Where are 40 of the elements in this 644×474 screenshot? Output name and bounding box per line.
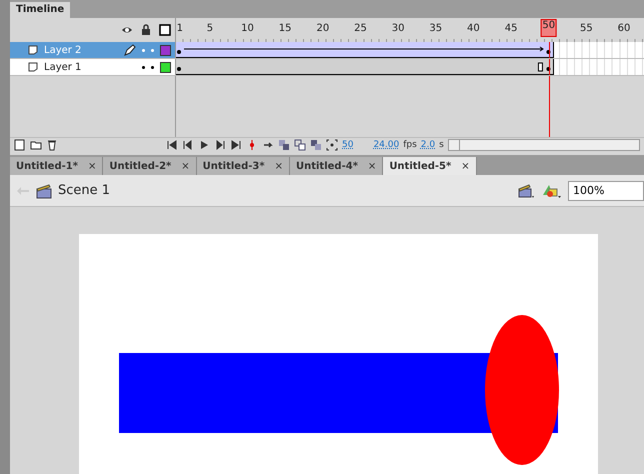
frame-rate[interactable]: 24.00: [373, 140, 400, 150]
document-tab-label: Untitled-2*: [109, 160, 172, 172]
zoom-field[interactable]: 100%: [568, 180, 644, 200]
close-tab-button[interactable]: ×: [461, 160, 470, 172]
frame-number: 55: [580, 23, 593, 34]
document-tab[interactable]: Untitled-3* ×: [196, 157, 290, 175]
close-tab-button[interactable]: ×: [88, 160, 96, 172]
document-tab[interactable]: Untitled-4* ×: [290, 157, 384, 175]
frame-number: 60: [618, 23, 630, 34]
frame-number: 45: [504, 23, 518, 34]
document-tab[interactable]: Untitled-1* ×: [10, 157, 104, 175]
layer-name: Layer 1: [44, 62, 82, 72]
timeline-tab[interactable]: Timeline: [10, 2, 70, 18]
document-tab[interactable]: Untitled-5* ×: [383, 157, 477, 175]
layer-name: Layer 2: [44, 44, 82, 56]
close-tab-button[interactable]: ×: [368, 160, 376, 172]
frame-number: 40: [467, 23, 480, 34]
frame-number: 10: [241, 23, 254, 34]
document-tab[interactable]: Untitled-2* ×: [103, 157, 197, 175]
frame-number: 20: [316, 23, 330, 34]
scene-name: Scene 1: [58, 183, 112, 198]
frame-number: 25: [354, 23, 367, 34]
current-frame[interactable]: 50: [342, 140, 354, 150]
frame-number: 5: [206, 23, 214, 34]
frame-number: 30: [392, 23, 404, 34]
frame-number: 1: [176, 23, 183, 34]
frame-ruler[interactable]: 1 5 10 15 20 25 30 35 40 45 50 55 60: [175, 18, 644, 42]
layer-row[interactable]: Layer 1: [10, 59, 644, 76]
frame-number: 35: [429, 23, 442, 34]
document-tab-label: Untitled-5*: [389, 160, 452, 172]
fps-unit: fps: [403, 140, 417, 150]
frame-number: 15: [278, 23, 292, 34]
document-tab-label: Untitled-3*: [202, 160, 265, 172]
document-tab-label: Untitled-4*: [296, 160, 358, 172]
close-tab-button[interactable]: ×: [181, 160, 190, 172]
document-tab-label: Untitled-1*: [16, 160, 78, 172]
time-unit: s: [439, 140, 444, 150]
frame-number: 50: [540, 19, 558, 37]
close-tab-button[interactable]: ×: [274, 160, 283, 172]
elapsed-time[interactable]: 2.0: [420, 140, 436, 150]
